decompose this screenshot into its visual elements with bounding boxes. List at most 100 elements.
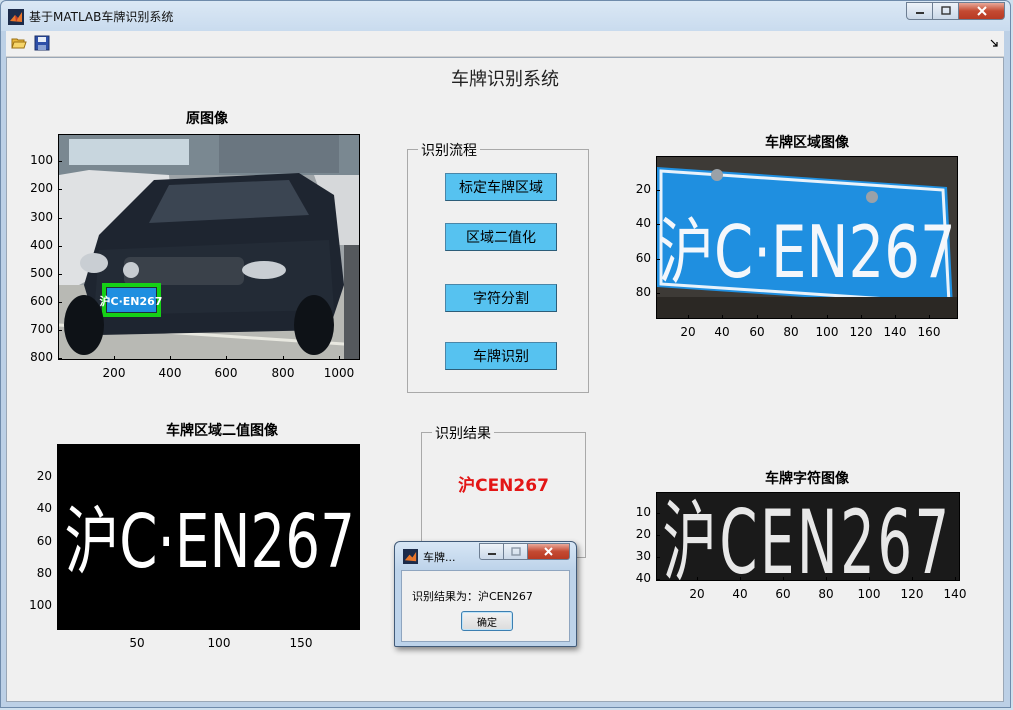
x-tick-mark [688,315,689,319]
figure-title: 车牌识别系统 [451,69,559,90]
binary-plate-image: 沪C·EN267 [58,445,359,629]
chars-image-axes[interactable]: 沪CEN267 [656,492,960,581]
y-tick-mark [58,302,62,303]
y-tick-label: 80 [635,285,651,299]
original-plate-text: 沪C·EN267 [100,294,163,308]
x-tick-mark [219,626,220,630]
original-car-image: 沪C·EN267 [59,135,359,359]
locate-plate-button[interactable]: 标定车牌区域 [445,173,557,201]
y-tick-mark [58,189,62,190]
dock-arrow-icon[interactable] [990,39,998,47]
x-tick-mark [137,626,138,630]
matlab-icon [8,9,24,25]
y-tick-label: 60 [635,251,651,265]
x-tick-mark [929,315,930,319]
y-tick-label: 300 [30,210,53,224]
close-icon [544,547,553,556]
y-tick-label: 800 [30,350,53,364]
x-tick-label: 60 [775,587,791,601]
dialog-maximize-button[interactable] [504,543,528,560]
binarize-button[interactable]: 区域二值化 [445,223,557,251]
save-icon[interactable] [34,35,50,51]
binary-image-axes[interactable]: 沪C·EN267 [57,444,360,630]
y-tick-mark [656,224,660,225]
y-tick-mark [58,330,62,331]
y-tick-label: 40 [635,216,651,230]
y-tick-mark [656,293,660,294]
y-tick-label: 100 [30,153,53,167]
x-tick-label: 120 [900,587,924,601]
open-folder-icon[interactable] [11,35,27,51]
x-tick-mark [869,577,870,581]
segment-chars-button[interactable]: 字符分割 [445,284,557,312]
y-tick-mark [58,274,62,275]
minimize-button[interactable] [906,2,933,20]
y-tick-mark [58,246,62,247]
y-tick-label: 20 [635,182,651,196]
x-tick-label: 80 [818,587,834,601]
plate-region-axes[interactable]: 沪C·EN267 [656,156,958,319]
dialog-ok-button[interactable]: 确定 [461,611,513,631]
binary-image-title: 车牌区域二值图像 [166,423,278,439]
x-tick-mark [301,626,302,630]
x-tick-mark [283,356,284,360]
x-tick-mark [826,577,827,581]
result-panel-title: 识别结果 [432,423,494,443]
y-tick-label: 80 [36,566,52,580]
x-tick-mark [895,315,896,319]
result-dialog: 车牌... 识别结果为：沪CEN267 确定 [394,541,577,647]
title-bar[interactable]: 基于MATLAB车牌识别系统 [1,1,1010,31]
maximize-button[interactable] [933,2,959,20]
x-tick-label: 80 [783,325,799,339]
y-tick-label: 100 [29,598,52,612]
close-icon [976,6,987,16]
process-panel: 识别流程 标定车牌区域 区域二值化 字符分割 车牌识别 [407,140,589,393]
y-tick-label: 500 [30,266,53,280]
result-panel: 识别结果 沪CEN267 [421,423,586,558]
x-tick-label: 160 [917,325,941,339]
plate-region-image: 沪C·EN267 [657,157,957,318]
x-tick-label: 40 [714,325,730,339]
dialog-title: 车牌... [423,551,456,564]
chars-plate-text: 沪CEN267 [662,493,951,580]
x-tick-label: 150 [289,636,313,650]
x-tick-mark [697,577,698,581]
x-tick-label: 600 [214,366,238,380]
plate-region-text: 沪C·EN267 [658,211,956,295]
x-tick-mark [955,577,956,581]
x-tick-label: 1000 [323,366,355,380]
maximize-icon [510,546,521,556]
x-tick-label: 100 [207,636,231,650]
window-title: 基于MATLAB车牌识别系统 [29,10,174,24]
y-tick-label: 40 [36,501,52,515]
y-tick-mark [656,190,660,191]
x-tick-label: 100 [857,587,881,601]
x-tick-label: 200 [102,366,126,380]
x-tick-mark [791,315,792,319]
x-tick-label: 50 [129,636,145,650]
x-tick-mark [114,356,115,360]
y-tick-mark [57,574,61,575]
y-tick-label: 10 [635,505,651,519]
x-tick-mark [861,315,862,319]
original-image-axes[interactable]: 沪C·EN267 [58,134,360,360]
y-tick-mark [58,218,62,219]
close-button[interactable] [959,2,1005,20]
y-tick-mark [57,477,61,478]
chars-image-title: 车牌字符图像 [765,471,849,487]
y-tick-mark [58,161,62,162]
y-tick-mark [58,358,62,359]
y-tick-label: 600 [30,294,53,308]
matlab-icon [403,549,418,564]
x-tick-mark [170,356,171,360]
y-tick-mark [656,535,660,536]
y-tick-label: 20 [36,469,52,483]
recognize-button[interactable]: 车牌识别 [445,342,557,370]
dialog-close-button[interactable] [528,543,570,560]
process-panel-title: 识别流程 [418,140,480,160]
x-tick-label: 20 [689,587,705,601]
y-tick-label: 30 [635,549,651,563]
x-tick-mark [827,315,828,319]
dialog-message: 识别结果为：沪CEN267 [412,590,533,603]
dialog-minimize-button[interactable] [479,543,504,560]
